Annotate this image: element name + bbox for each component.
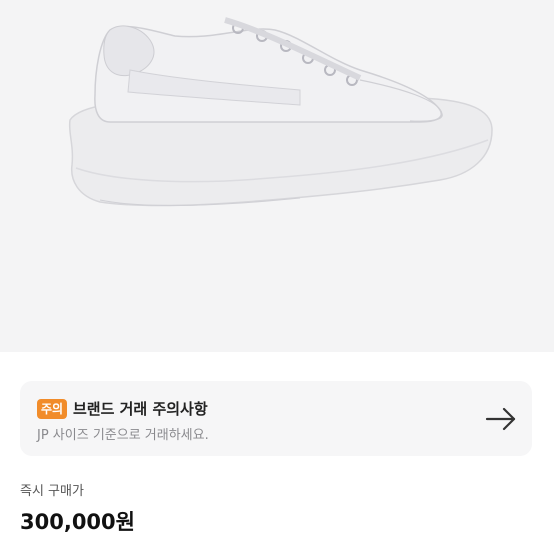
sneaker-image bbox=[68, 17, 493, 207]
notice-description: JP 사이즈 기준으로 거래하세요. bbox=[37, 428, 209, 443]
arrow-right-icon[interactable] bbox=[484, 405, 518, 433]
notice-badge: 주의 bbox=[37, 399, 68, 419]
notice-title: 브랜드 거래 주의사항 bbox=[73, 400, 208, 418]
instant-buy-price: 300,000원 bbox=[20, 510, 135, 534]
brand-notice-card[interactable]: 주의 브랜드 거래 주의사항 JP 사이즈 기준으로 거래하세요. bbox=[20, 381, 532, 456]
instant-buy-label: 즉시 구매가 bbox=[20, 484, 84, 499]
product-image-area[interactable] bbox=[0, 0, 554, 352]
